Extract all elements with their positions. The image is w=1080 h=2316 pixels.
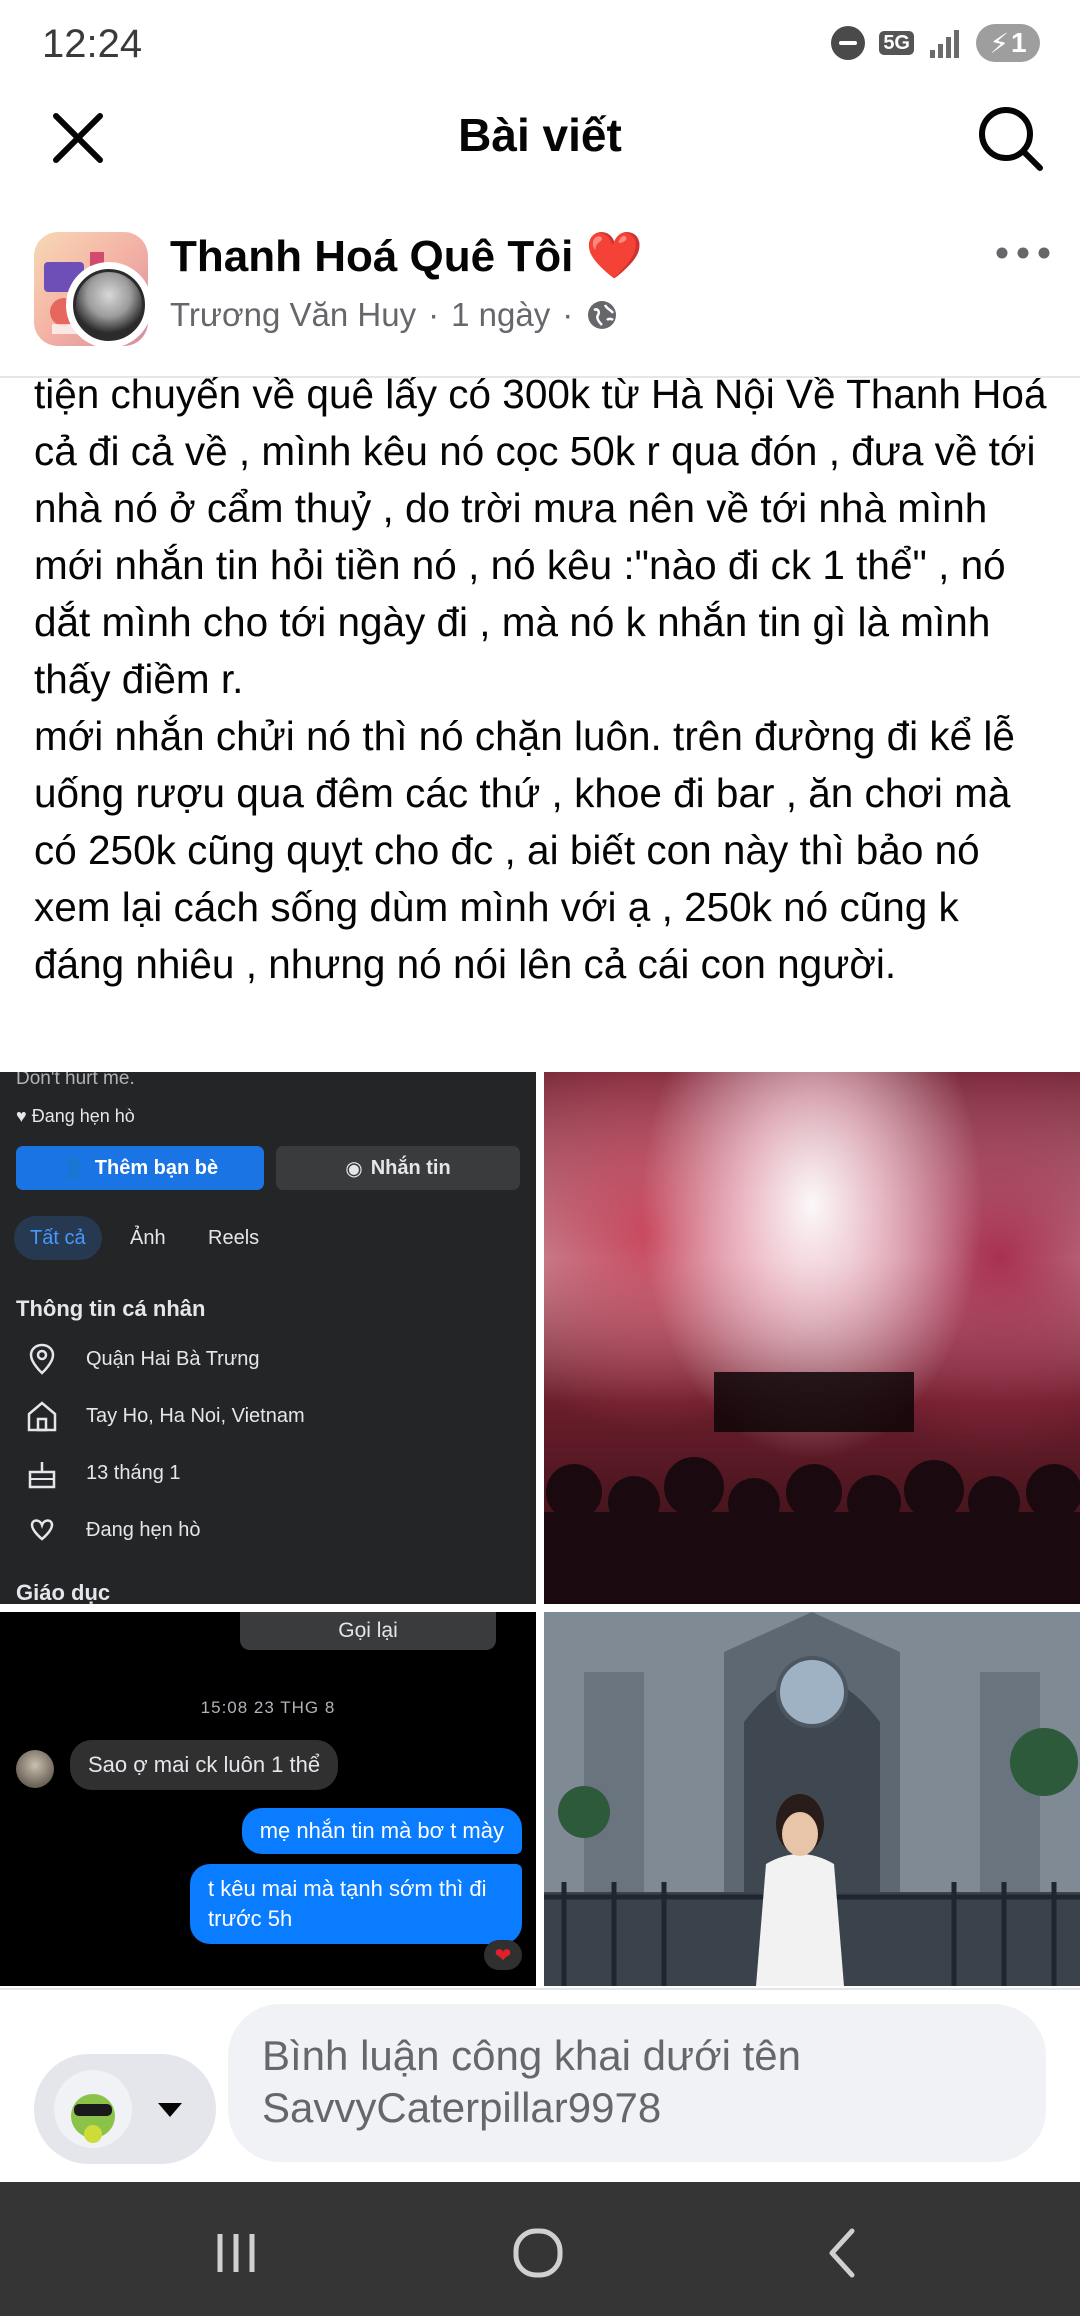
photo-nightclub[interactable] xyxy=(544,1072,1080,1604)
profile-bio: Don't hurt me. xyxy=(16,1072,135,1089)
home-button[interactable] xyxy=(498,2218,578,2288)
meta-separator-2: · xyxy=(562,296,574,333)
search-icon[interactable] xyxy=(972,100,1048,176)
recent-apps-button[interactable] xyxy=(196,2218,276,2288)
cathedral-illustration xyxy=(544,1612,1080,1986)
signal-icon xyxy=(930,30,959,58)
add-friend-icon: 👤 xyxy=(61,1157,87,1180)
tab-photos: Ảnh xyxy=(130,1226,166,1249)
small-heart-icon: ♥ xyxy=(16,1106,27,1126)
comment-placeholder: Bình luận công khai dưới tên SavvyCaterp… xyxy=(262,2032,802,2131)
status-time: 12:24 xyxy=(42,22,143,66)
author-name[interactable]: Trương Văn Huy xyxy=(170,296,416,334)
charging-bolt-icon: ⚡ xyxy=(989,27,1010,59)
info-birthday-text: 13 tháng 1 xyxy=(86,1461,181,1484)
info-location-text: Quận Hai Bà Trưng xyxy=(86,1347,260,1370)
group-name-text: Thanh Hoá Quê Tôi xyxy=(170,232,574,281)
profile-relationship: ♥ Đang hẹn hò xyxy=(16,1106,135,1127)
info-row-home: Tay Ho, Ha Noi, Vietnam xyxy=(22,1399,305,1433)
post-time[interactable]: 1 ngày xyxy=(451,296,550,334)
add-friend-label: Thêm bạn bè xyxy=(94,1156,219,1179)
messenger-icon: ◉ xyxy=(345,1157,363,1180)
add-friend-button: 👤 Thêm bạn bè xyxy=(16,1146,264,1190)
author-photo xyxy=(73,269,145,341)
tab-all: Tất cả xyxy=(14,1216,102,1260)
chat-bubble-outgoing-1: mẹ nhắn tin mà bơ t mày xyxy=(241,1808,522,1854)
photo-chat-screenshot[interactable]: Gọi lại 15:08 23 THG 8 Sao ợ mai ck luôn… xyxy=(0,1612,536,1986)
back-button[interactable] xyxy=(804,2218,884,2288)
info-home-text: Tay Ho, Ha Noi, Vietnam xyxy=(86,1404,305,1427)
birthday-cake-icon xyxy=(28,1462,56,1489)
message-label: Nhắn tin xyxy=(370,1156,451,1179)
battery-level: 1 xyxy=(1011,27,1027,58)
status-icons: 5G ⚡ 1 xyxy=(831,24,1040,62)
post-meta: Trương Văn Huy · 1 ngày · xyxy=(170,296,619,334)
section-education: Giáo dục xyxy=(16,1580,111,1604)
post-body-text: tiện chuyến về quê lấy có 300k từ Hà Nội… xyxy=(34,371,1047,987)
location-pin-icon xyxy=(29,1343,55,1375)
commenter-avatar xyxy=(54,2070,132,2148)
info-row-birthday: 13 tháng 1 xyxy=(22,1456,181,1490)
author-avatar[interactable] xyxy=(66,262,152,348)
chat-bubble-incoming: Sao ợ mai ck luôn 1 thể xyxy=(70,1740,339,1790)
message-button: ◉ Nhắn tin xyxy=(276,1146,520,1190)
caterpillar-avatar-icon xyxy=(71,2094,115,2143)
photo-cathedral[interactable] xyxy=(544,1612,1080,1986)
back-arrow-icon xyxy=(829,2228,855,2278)
home-icon xyxy=(27,1401,57,1432)
photo-profile-screenshot[interactable]: Don't hurt me. ♥ Đang hẹn hò 👤 Thêm bạn … xyxy=(0,1072,536,1604)
call-again-button: Gọi lại xyxy=(240,1612,496,1650)
home-circle-icon xyxy=(513,2228,563,2278)
crowd-silhouette xyxy=(544,1372,1080,1604)
tab-reels: Reels xyxy=(208,1226,260,1249)
profile-relationship-text: Đang hẹn hò xyxy=(31,1106,135,1126)
group-name[interactable]: Thanh Hoá Quê Tôi ❤️ xyxy=(170,228,643,283)
meta-separator: · xyxy=(428,296,440,333)
recent-apps-icon xyxy=(217,2234,255,2272)
page-title: Bài viết xyxy=(458,109,622,161)
section-personal-info: Thông tin cá nhân xyxy=(16,1296,206,1321)
chevron-down-icon[interactable] xyxy=(156,2100,184,2120)
chat-bubble-outgoing-2: t kêu mai mà tạnh sớm thì đi trước 5h xyxy=(190,1864,522,1944)
do-not-disturb-icon xyxy=(831,26,866,60)
heart-emoji: ❤️ xyxy=(585,229,643,281)
info-row-relationship: Đang hẹn hò xyxy=(22,1513,201,1547)
more-options-icon[interactable] xyxy=(994,238,1052,268)
battery-icon: ⚡ 1 xyxy=(976,24,1040,62)
info-relationship-text: Đang hẹn hò xyxy=(86,1518,201,1541)
network-5g-icon: 5G xyxy=(879,31,914,55)
chat-timestamp: 15:08 23 THG 8 xyxy=(200,1698,336,1717)
hearts-icon xyxy=(30,1519,54,1541)
info-row-location: Quận Hai Bà Trưng xyxy=(22,1342,259,1376)
chat-avatar xyxy=(16,1750,54,1788)
heart-reaction: ❤ xyxy=(484,1940,522,1970)
globe-icon xyxy=(588,301,617,329)
